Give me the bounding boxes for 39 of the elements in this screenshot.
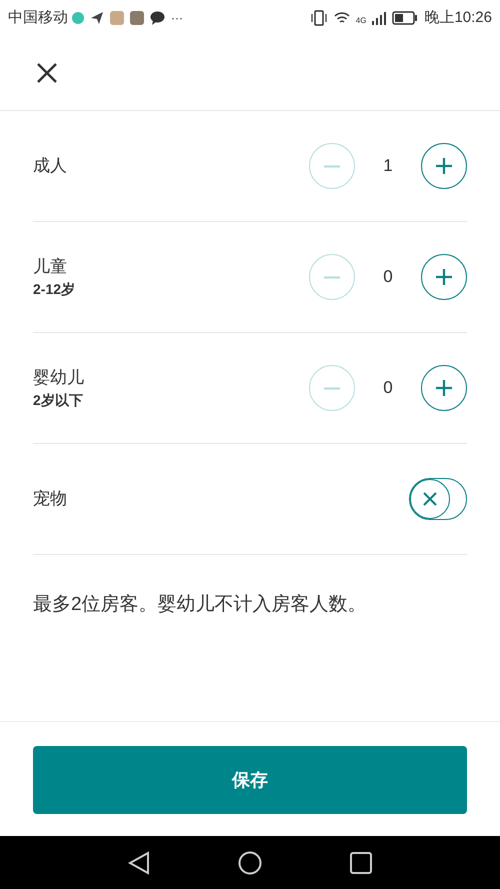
plus-icon <box>434 378 454 398</box>
back-icon[interactable] <box>128 850 150 874</box>
paper-plane-icon <box>90 11 104 25</box>
minus-icon <box>324 164 340 168</box>
count-value: 0 <box>382 377 394 400</box>
more-indicator: ··· <box>171 10 183 27</box>
vibrate-icon <box>310 10 328 26</box>
guest-limit-note: 最多2位房客。婴幼儿不计入房客人数。 <box>33 593 368 617</box>
close-icon <box>36 62 58 84</box>
row-sublabel: 2岁以下 <box>33 391 84 410</box>
increase-button[interactable] <box>421 365 467 411</box>
minus-icon <box>324 276 340 278</box>
save-button[interactable]: 保存 <box>33 746 467 814</box>
home-icon[interactable] <box>238 850 262 874</box>
close-icon <box>422 491 438 507</box>
row-label: 宠物 <box>33 488 68 510</box>
signal-icon <box>372 11 386 25</box>
chat-bubble-icon <box>150 11 165 25</box>
row-label: 婴幼儿 <box>33 366 85 389</box>
battery-icon <box>392 11 418 25</box>
row-sublabel: 2-12岁 <box>33 280 76 300</box>
network-type: 4G <box>356 14 366 27</box>
plus-icon <box>434 156 454 176</box>
plus-icon <box>434 267 454 287</box>
app-icon <box>72 12 84 24</box>
app-icon <box>130 11 144 25</box>
app-icon <box>110 11 124 25</box>
count-value: 0 <box>382 266 394 288</box>
carrier-name: 中国移动 <box>8 8 68 28</box>
increase-button[interactable] <box>421 143 467 189</box>
row-label: 儿童 <box>33 256 68 278</box>
increase-button[interactable] <box>421 254 467 300</box>
clock-time: 晚上10:26 <box>424 8 492 28</box>
row-label: 成人 <box>33 155 68 178</box>
minus-icon <box>324 386 340 390</box>
wifi-icon <box>334 11 350 25</box>
recents-icon[interactable] <box>350 852 372 874</box>
count-value: 1 <box>382 155 394 178</box>
toggle-switch[interactable] <box>409 478 467 520</box>
